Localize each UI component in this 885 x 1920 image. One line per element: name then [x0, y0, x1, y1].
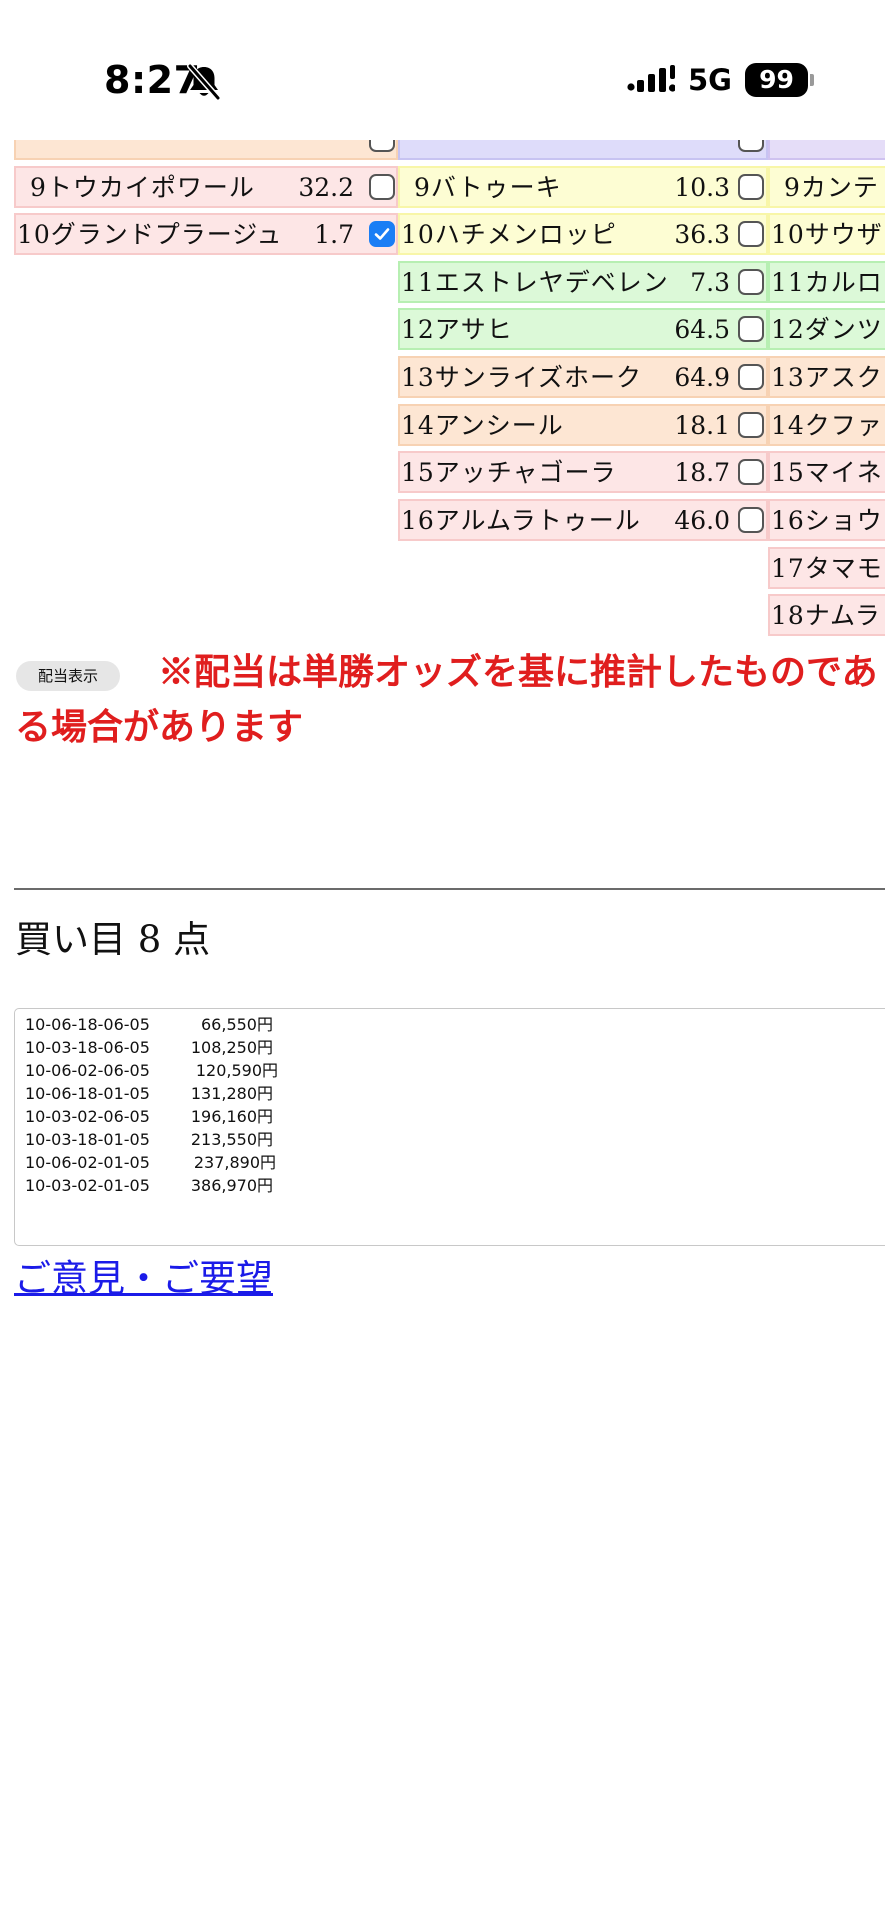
result-amount: 66,550円 [201, 1015, 273, 1034]
result-combo: 10-03-18-06-05 [25, 1038, 150, 1057]
bet-result-textarea[interactable]: 10-06-18-06-05 66,550円 10-03-18-06-05 108,… [14, 1008, 885, 1246]
result-combo: 10-03-02-01-05 [25, 1176, 150, 1195]
horse-odds: 32.2 [298, 173, 354, 202]
horse-checkbox[interactable] [738, 412, 764, 438]
horse-row[interactable]: 10サウザ [768, 213, 885, 255]
result-combo: 10-03-18-01-05 [25, 1130, 150, 1149]
bet-count-heading: 買い目 8 点 [15, 918, 211, 961]
horse-name: 14アンシール [401, 411, 564, 440]
horse-name: 17タマモ [771, 554, 883, 583]
result-combo: 10-06-18-01-05 [25, 1084, 150, 1103]
horse-name: 16アルムラトゥール [401, 506, 641, 535]
horse-name: 9トウカイポワール [30, 173, 255, 202]
horse-name: 10グランドプラージュ [17, 220, 283, 249]
horse-checkbox[interactable] [369, 174, 395, 200]
result-line: 10-03-02-01-05 386,970円 [25, 1175, 273, 1197]
horse-row[interactable]: 16ショウ [768, 499, 885, 541]
horse-checkbox[interactable] [738, 507, 764, 533]
horse-row[interactable]: 12アサヒ 64.5 [398, 308, 768, 350]
horse-odds: 18.7 [674, 458, 730, 487]
result-amount: 386,970円 [190, 1176, 273, 1195]
result-amount: 131,280円 [190, 1084, 273, 1103]
horse-odds: 10.3 [674, 173, 730, 202]
horse-name: 9バトゥーキ [414, 173, 562, 202]
horse-row[interactable]: 13アスク [768, 356, 885, 398]
horse-name: 18ナムラ [771, 601, 881, 630]
horse-row[interactable]: 15アッチャゴーラ 18.7 [398, 451, 768, 493]
horse-name: 10ハチメンロッピ [401, 220, 617, 249]
horse-name: 12ダンツ [771, 315, 883, 344]
checkmark-icon [374, 228, 390, 240]
horse-row[interactable]: 9トウカイポワール 32.2 [14, 166, 398, 208]
horse-row[interactable]: 14クファ [768, 404, 885, 446]
horse-odds: 7.3 [690, 268, 730, 297]
horse-name: 13アスク [771, 363, 883, 392]
horse-row[interactable]: 15マイネ [768, 451, 885, 493]
horse-odds: 18.1 [674, 411, 730, 440]
result-amount: 120,590円 [195, 1061, 278, 1080]
horse-odds: 46.0 [674, 506, 730, 535]
horse-row[interactable]: 10ハチメンロッピ 36.3 [398, 213, 768, 255]
result-combo: 10-03-02-06-05 [25, 1107, 150, 1126]
result-combo: 10-06-02-06-05 [25, 1061, 150, 1080]
result-amount: 196,160円 [190, 1107, 273, 1126]
result-amount: 108,250円 [190, 1038, 273, 1057]
horse-checkbox-checked[interactable] [369, 221, 395, 247]
horse-checkbox[interactable] [738, 364, 764, 390]
result-line: 10-03-18-06-05 108,250円 [25, 1037, 273, 1059]
result-line: 10-06-18-06-05 66,550円 [25, 1014, 273, 1036]
signal-icon [627, 65, 675, 92]
result-line: 10-03-18-01-05 213,550円 [25, 1129, 273, 1151]
horse-row[interactable]: 13サンライズホーク 64.9 [398, 356, 768, 398]
horse-checkbox[interactable] [738, 459, 764, 485]
result-combo: 10-06-18-06-05 [25, 1015, 150, 1034]
horse-name: 15アッチャゴーラ [401, 458, 617, 487]
horse-name: 14クファ [771, 411, 883, 440]
horse-row[interactable]: 11カルロ [768, 261, 885, 303]
battery-icon: 99 [745, 63, 808, 97]
result-amount: 213,550円 [190, 1130, 273, 1149]
horse-name: 16ショウ [771, 506, 883, 535]
horse-name: 11カルロ [771, 268, 883, 297]
payout-notice-line-1: ※配当は単勝オッズを基に推計したものであ [158, 651, 878, 693]
status-bar: 8:27 5G 99 [0, 0, 885, 140]
horse-row[interactable]: 10グランドプラージュ 1.7 [14, 213, 398, 255]
horse-checkbox[interactable] [738, 221, 764, 247]
horse-row[interactable]: 16アルムラトゥール 46.0 [398, 499, 768, 541]
result-combo: 10-06-02-01-05 [25, 1153, 150, 1172]
horse-checkbox[interactable] [738, 269, 764, 295]
horse-row[interactable]: 18ナムラ [768, 594, 885, 636]
horse-name: 15マイネ [771, 458, 883, 487]
horse-checkbox[interactable] [738, 316, 764, 342]
result-line: 10-06-02-01-05 237,890円 [25, 1152, 276, 1174]
network-type: 5G [688, 63, 732, 97]
payout-display-button[interactable]: 配当表示 [16, 661, 120, 691]
horse-odds: 64.9 [674, 363, 730, 392]
horse-row[interactable]: 9バトゥーキ 10.3 [398, 166, 768, 208]
horse-name: 12アサヒ [401, 315, 513, 344]
horse-row[interactable]: 17タマモ [768, 547, 885, 589]
horse-name: 9カンテ [784, 173, 879, 202]
horse-row[interactable]: 14アンシール 18.1 [398, 404, 768, 446]
horse-odds: 64.5 [674, 315, 730, 344]
horse-odds: 1.7 [314, 220, 354, 249]
horse-name: 11エストレヤデベレン [401, 268, 669, 297]
horse-odds: 36.3 [674, 220, 730, 249]
feedback-link[interactable]: ご意見・ご要望 [14, 1256, 273, 1302]
horse-name: 10サウザ [771, 220, 883, 249]
horse-checkbox[interactable] [738, 174, 764, 200]
result-line: 10-03-02-06-05 196,160円 [25, 1106, 273, 1128]
result-line: 10-06-18-01-05 131,280円 [25, 1083, 273, 1105]
result-line: 10-06-02-06-05 120,590円 [25, 1060, 278, 1082]
bell-slash-icon [187, 63, 221, 101]
payout-notice-line-2: る場合があります [15, 706, 304, 748]
horse-row[interactable]: 9カンテ [768, 166, 885, 208]
battery-cap [810, 74, 814, 86]
result-amount: 237,890円 [193, 1153, 276, 1172]
horse-name: 13サンライズホーク [401, 363, 643, 392]
horse-row[interactable]: 11エストレヤデベレン 7.3 [398, 261, 768, 303]
horse-row[interactable]: 12ダンツ [768, 308, 885, 350]
section-divider [14, 888, 885, 890]
